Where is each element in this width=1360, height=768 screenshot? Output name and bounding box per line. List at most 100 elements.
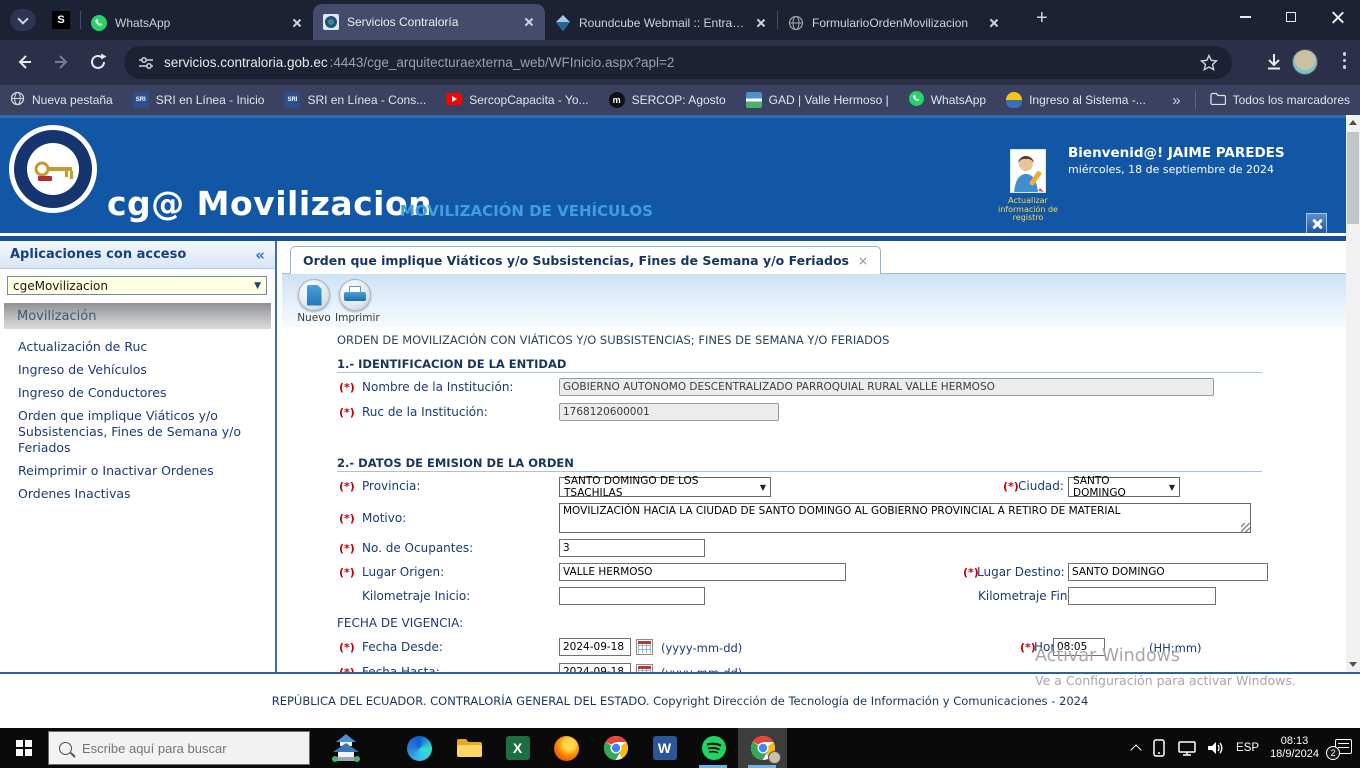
taskbar-chrome[interactable] <box>591 728 640 768</box>
application-select[interactable]: cgeMovilizacion ▼ <box>7 276 267 295</box>
url-host: servicios.contraloria.gob.ec <box>164 55 328 70</box>
site-settings-icon[interactable] <box>138 55 154 71</box>
forward-button[interactable] <box>52 52 72 72</box>
document-tab-close-icon[interactable]: × <box>858 254 868 268</box>
taskbar-firefox[interactable] <box>542 728 591 768</box>
window-close-button[interactable] <box>1314 0 1360 34</box>
lugar-destino-field[interactable] <box>1068 563 1268 581</box>
taskbar-edge[interactable] <box>395 728 444 768</box>
app-header: cg@ Movilizacion MOVILIZACIÓN DE VEHÍCUL… <box>0 115 1360 233</box>
hora-field[interactable] <box>1053 638 1105 656</box>
sidebar-item-ingreso-vehiculos[interactable]: Ingreso de Vehículos <box>18 362 264 378</box>
scrollbar-thumb[interactable] <box>1347 132 1359 224</box>
sidebar-item-ordenes-inactivas[interactable]: Ordenes Inactivas <box>18 486 264 502</box>
sidebar-item-orden-viaticos[interactable]: Orden que implique Viáticos y/o Subsiste… <box>18 408 264 456</box>
bookmark-star-icon[interactable] <box>1200 54 1218 72</box>
bookmarks-overflow-button[interactable]: » <box>1172 92 1180 109</box>
address-bar[interactable]: servicios.contraloria.gob.ec:4443/cge_ar… <box>124 46 1232 79</box>
browser-profile-avatar[interactable] <box>1292 49 1318 75</box>
tab-search-button[interactable] <box>10 9 36 31</box>
notification-center-button[interactable]: 2 <box>1330 738 1352 758</box>
km-fin-field[interactable] <box>1068 587 1216 605</box>
all-bookmarks-button[interactable]: Todos los marcadores <box>1210 92 1350 108</box>
bookmark-sercop[interactable]: m SERCOP: Agosto <box>609 92 726 108</box>
app-title: cg@ Movilizacion <box>107 184 432 223</box>
bookmark-label: SRI en Línea - Cons... <box>307 93 426 107</box>
tab-servicios-contraloria[interactable]: Servicios Contraloría <box>313 4 545 40</box>
institucion-field <box>559 378 1214 396</box>
tray-expand-icon[interactable] <box>1130 744 1141 755</box>
bookmark-ingreso-sistema[interactable]: Ingreso al Sistema -... <box>1006 92 1146 108</box>
imprimir-button[interactable]: Imprimir <box>335 279 375 324</box>
user-avatar[interactable] <box>1010 149 1046 193</box>
window-controls <box>1222 0 1360 40</box>
page-scrollbar[interactable] <box>1346 115 1360 672</box>
taskbar-clock[interactable]: 08:13 18/9/2024 <box>1270 735 1319 761</box>
phone-link-icon[interactable] <box>1151 739 1167 757</box>
provincia-select[interactable]: SANTO DOMINGO DE LOS TSACHILAS ▼ <box>559 477 771 497</box>
km-inicio-field[interactable] <box>559 587 705 605</box>
app-close-button[interactable] <box>1306 213 1327 234</box>
network-icon[interactable] <box>1178 740 1196 756</box>
sidebar-item-reimprimir-inactivar[interactable]: Reimprimir o Inactivar Ordenes <box>18 463 264 479</box>
tab-label: WhatsApp <box>115 16 281 30</box>
calendar-icon[interactable] <box>636 639 653 655</box>
motivo-field[interactable]: MOVILIZACIÓN HACIA LA CIUDAD DE SANTO DO… <box>559 503 1251 533</box>
tab-close-icon[interactable] <box>986 16 1000 30</box>
bookmark-sri-consultas[interactable]: SRI SRI en Línea - Cons... <box>284 92 426 108</box>
tab-close-icon[interactable] <box>753 16 767 30</box>
ciudad-select[interactable]: SANTO DOMINGO ▼ <box>1068 477 1180 497</box>
scroll-down-button[interactable] <box>1346 657 1360 672</box>
sidebar-item-actualizacion-ruc[interactable]: Actualización de Ruc <box>18 339 264 355</box>
sidebar-collapse-icon[interactable]: « <box>255 246 265 264</box>
pinned-tab[interactable]: S <box>48 7 74 33</box>
taskbar-excel[interactable]: X <box>493 728 542 768</box>
taskbar-word[interactable]: W <box>640 728 689 768</box>
nuevo-button[interactable]: Nuevo <box>294 279 334 324</box>
tab-close-icon[interactable] <box>521 15 535 29</box>
taskbar-spotify[interactable] <box>689 728 738 768</box>
start-button[interactable] <box>0 728 48 768</box>
window-maximize-button[interactable] <box>1268 0 1314 34</box>
fecha-hasta-field[interactable] <box>559 663 631 672</box>
bookmark-sri-inicio[interactable]: SRI SRI en Línea - Inicio <box>133 92 265 108</box>
screen: S WhatsApp Servicios Contraloría <box>0 0 1360 768</box>
reload-button[interactable] <box>88 52 108 72</box>
tab-whatsapp[interactable]: WhatsApp <box>81 6 313 40</box>
browser-menu-button[interactable] <box>1343 52 1347 69</box>
ocupantes-field[interactable] <box>559 539 705 557</box>
fecha-vigencia-label: FECHA DE VIGENCIA: <box>337 616 463 630</box>
textarea-resize-grip[interactable] <box>1241 523 1250 532</box>
castle-app-icon[interactable] <box>322 730 370 766</box>
taskbar-search[interactable] <box>48 731 310 765</box>
window-minimize-button[interactable] <box>1222 0 1268 34</box>
taskbar-search-input[interactable] <box>82 741 282 756</box>
calendar-icon[interactable] <box>636 664 653 672</box>
new-tab-button[interactable]: + <box>1036 8 1048 28</box>
taskbar-chrome-active[interactable] <box>738 728 787 768</box>
back-button[interactable] <box>14 52 34 72</box>
avatar-caption[interactable]: Actualizar información de registro <box>995 197 1061 223</box>
bookmark-sercopcapacita[interactable]: SercopCapacita - Yo... <box>446 93 588 108</box>
taskbar-file-explorer[interactable] <box>444 728 493 768</box>
document-tab[interactable]: Orden que implique Viáticos y/o Subsiste… <box>290 246 881 274</box>
scroll-up-button[interactable] <box>1346 115 1360 130</box>
windows-logo-icon <box>16 740 32 756</box>
main-content: Orden que implique Viáticos y/o Subsiste… <box>282 241 1346 672</box>
fecha-desde-field[interactable] <box>559 638 631 656</box>
provincia-label: Provincia: <box>362 479 420 493</box>
sidebar-item-ingreso-conductores[interactable]: Ingreso de Conductores <box>18 385 264 401</box>
bookmark-nueva-pestana[interactable]: Nueva pestaña <box>10 91 113 109</box>
volume-icon[interactable] <box>1207 740 1225 756</box>
webpage: cg@ Movilizacion MOVILIZACIÓN DE VEHÍCUL… <box>0 115 1360 728</box>
tab-roundcube[interactable]: Roundcube Webmail :: Entrada <box>545 6 777 40</box>
lugar-origen-field[interactable] <box>559 563 846 581</box>
tab-formulario-orden[interactable]: FormularioOrdenMovilizacion <box>778 6 1010 40</box>
downloads-button[interactable] <box>1264 52 1284 72</box>
tab-close-icon[interactable] <box>289 16 303 30</box>
language-indicator[interactable]: ESP <box>1236 742 1259 754</box>
required-marker: (*) <box>1003 480 1019 493</box>
bookmark-whatsapp[interactable]: WhatsApp <box>909 91 986 109</box>
bookmark-label: GAD | Valle Hermoso | <box>769 93 889 107</box>
bookmark-gad-valle-hermoso[interactable]: GAD | Valle Hermoso | <box>746 92 889 108</box>
